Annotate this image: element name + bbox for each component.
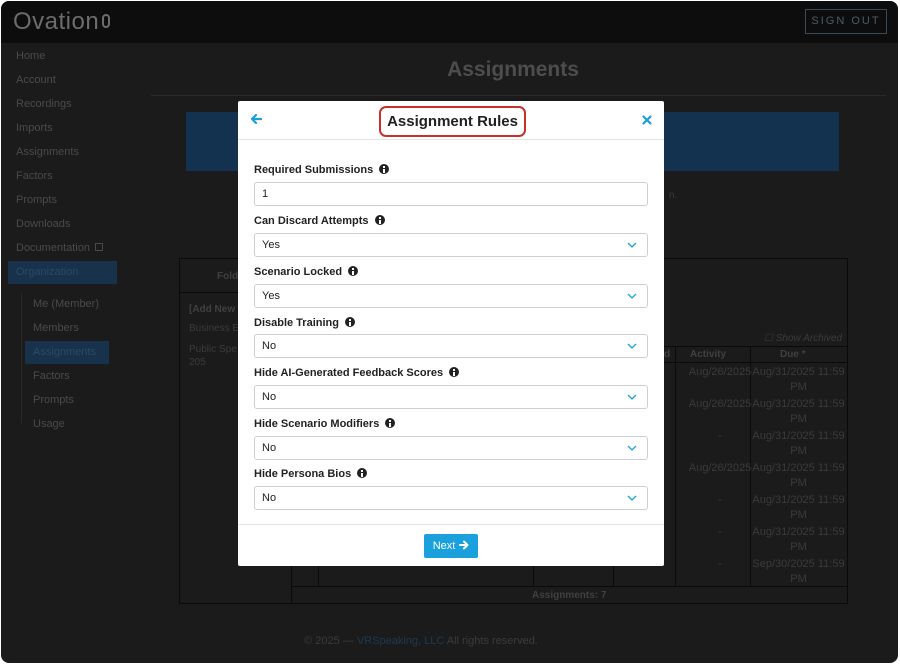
- hide-persona-bios-label: Hide Persona Bios: [254, 468, 368, 480]
- back-arrow-icon[interactable]: [249, 112, 263, 126]
- company-link[interactable]: VRSpeaking, LLC: [357, 635, 444, 647]
- due-cell: Sep/30/2025 11:59 PM: [752, 558, 845, 585]
- due-cell: Aug/31/2025 11:59 PM: [752, 526, 845, 553]
- disable-training-select[interactable]: No: [254, 334, 648, 358]
- sidebar-item-recordings[interactable]: Recordings: [16, 98, 72, 110]
- modal-title: Assignment Rules: [387, 113, 518, 130]
- sidebar-item-downloads[interactable]: Downloads: [16, 218, 70, 230]
- sidebar-item-home[interactable]: Home: [16, 50, 45, 62]
- hide-ai-feedback-scores-label: Hide AI-Generated Feedback Scores: [254, 367, 460, 379]
- banner-hint-text: n.: [669, 190, 678, 201]
- logo[interactable]: Ovation: [13, 8, 111, 36]
- folder-item-count: 205: [189, 357, 206, 368]
- info-icon[interactable]: [379, 164, 390, 174]
- can-discard-attempts-label: Can Discard Attempts: [254, 215, 385, 227]
- app-window: Ovation SIGN OUT Home Account Recordings…: [1, 1, 898, 663]
- sidebar-item-factors[interactable]: Factors: [16, 170, 53, 182]
- close-icon[interactable]: [641, 114, 653, 126]
- due-cell: Aug/31/2025 11:59 PM: [752, 430, 845, 457]
- external-link-icon: [95, 243, 103, 251]
- due-cell: Aug/31/2025 11:59 PM: [752, 398, 845, 425]
- modal-header: Assignment Rules: [238, 101, 664, 140]
- sidebar-subitem-assignments[interactable]: Assignments: [25, 341, 109, 364]
- chevron-down-icon: [627, 293, 637, 299]
- assignments-count: Assignments: 7: [532, 590, 607, 601]
- submenu-divider: [21, 293, 22, 423]
- disable-training-label: Disable Training: [254, 317, 355, 329]
- app-bar: Ovation SIGN OUT: [1, 1, 898, 43]
- column-header-due[interactable]: Due *: [780, 349, 806, 360]
- column-header-activity[interactable]: Activity: [690, 349, 726, 360]
- hide-persona-bios-select[interactable]: No: [254, 486, 648, 510]
- can-discard-attempts-select[interactable]: Yes: [254, 233, 648, 257]
- chevron-down-icon: [627, 445, 637, 451]
- show-archived-label: Show Archived: [775, 333, 843, 344]
- next-button[interactable]: Next: [424, 534, 478, 558]
- sidebar-item-assignments[interactable]: Assignments: [16, 146, 79, 158]
- chevron-down-icon: [627, 495, 637, 501]
- chevron-down-icon: [627, 394, 637, 400]
- sidebar-item-organization[interactable]: Organization: [8, 261, 117, 284]
- hide-ai-feedback-scores-select[interactable]: No: [254, 385, 648, 409]
- info-icon[interactable]: [374, 215, 385, 225]
- add-new-folder-link[interactable]: [Add New: [189, 304, 235, 315]
- info-icon[interactable]: [357, 468, 368, 478]
- column-header[interactable]: d: [664, 349, 670, 360]
- title-divider: [151, 95, 886, 96]
- sidebar-item-documentation[interactable]: Documentation: [16, 242, 103, 254]
- sidebar-item-account[interactable]: Account: [16, 74, 56, 86]
- arrow-right-icon: [459, 540, 469, 550]
- sidebar-subitem-usage[interactable]: Usage: [33, 418, 65, 430]
- due-cell: Aug/31/2025 11:59 PM: [752, 462, 845, 489]
- info-icon[interactable]: [348, 266, 359, 276]
- due-cell: Aug/31/2025 11:59 PM: [752, 366, 845, 393]
- scenario-locked-select[interactable]: Yes: [254, 284, 648, 308]
- scenario-locked-label: Scenario Locked: [254, 266, 359, 278]
- sidebar-item-imports[interactable]: Imports: [16, 122, 53, 134]
- chevron-down-icon: [627, 242, 637, 248]
- chevron-down-icon: [627, 343, 637, 349]
- info-icon[interactable]: [344, 317, 355, 327]
- modal-title-highlight: Assignment Rules: [379, 106, 526, 137]
- modal-footer-divider: [238, 524, 664, 525]
- sidebar: Home Account Recordings Imports Assignme…: [1, 43, 141, 663]
- show-archived-checkbox[interactable]: ☐ Show Archived: [764, 333, 842, 344]
- page-title: Assignments: [447, 58, 579, 81]
- assignment-rules-modal: Assignment Rules Required Submissions Ca…: [238, 101, 664, 566]
- sidebar-subitem-factors[interactable]: Factors: [33, 370, 70, 382]
- required-submissions-input[interactable]: [254, 182, 648, 206]
- folder-item[interactable]: Public Spe: [189, 344, 237, 355]
- sidebar-subitem-me[interactable]: Me (Member): [33, 298, 99, 310]
- sidebar-subitem-members[interactable]: Members: [33, 322, 79, 334]
- sidebar-item-prompts[interactable]: Prompts: [16, 194, 57, 206]
- folder-column-header: Fold: [217, 271, 239, 282]
- sidebar-subitem-prompts[interactable]: Prompts: [33, 394, 74, 406]
- hide-scenario-modifiers-select[interactable]: No: [254, 436, 648, 460]
- sign-out-button[interactable]: SIGN OUT: [805, 9, 887, 34]
- hide-scenario-modifiers-label: Hide Scenario Modifiers: [254, 418, 396, 430]
- info-icon[interactable]: [385, 418, 396, 428]
- required-submissions-label: Required Submissions: [254, 164, 390, 176]
- info-icon[interactable]: [449, 367, 460, 377]
- due-cell: Aug/31/2025 11:59 PM: [752, 494, 845, 521]
- folder-item[interactable]: Business E: [189, 323, 239, 334]
- page-footer: © 2025 — VRSpeaking, LLC All rights rese…: [304, 635, 538, 647]
- microphone-icon: [102, 14, 111, 28]
